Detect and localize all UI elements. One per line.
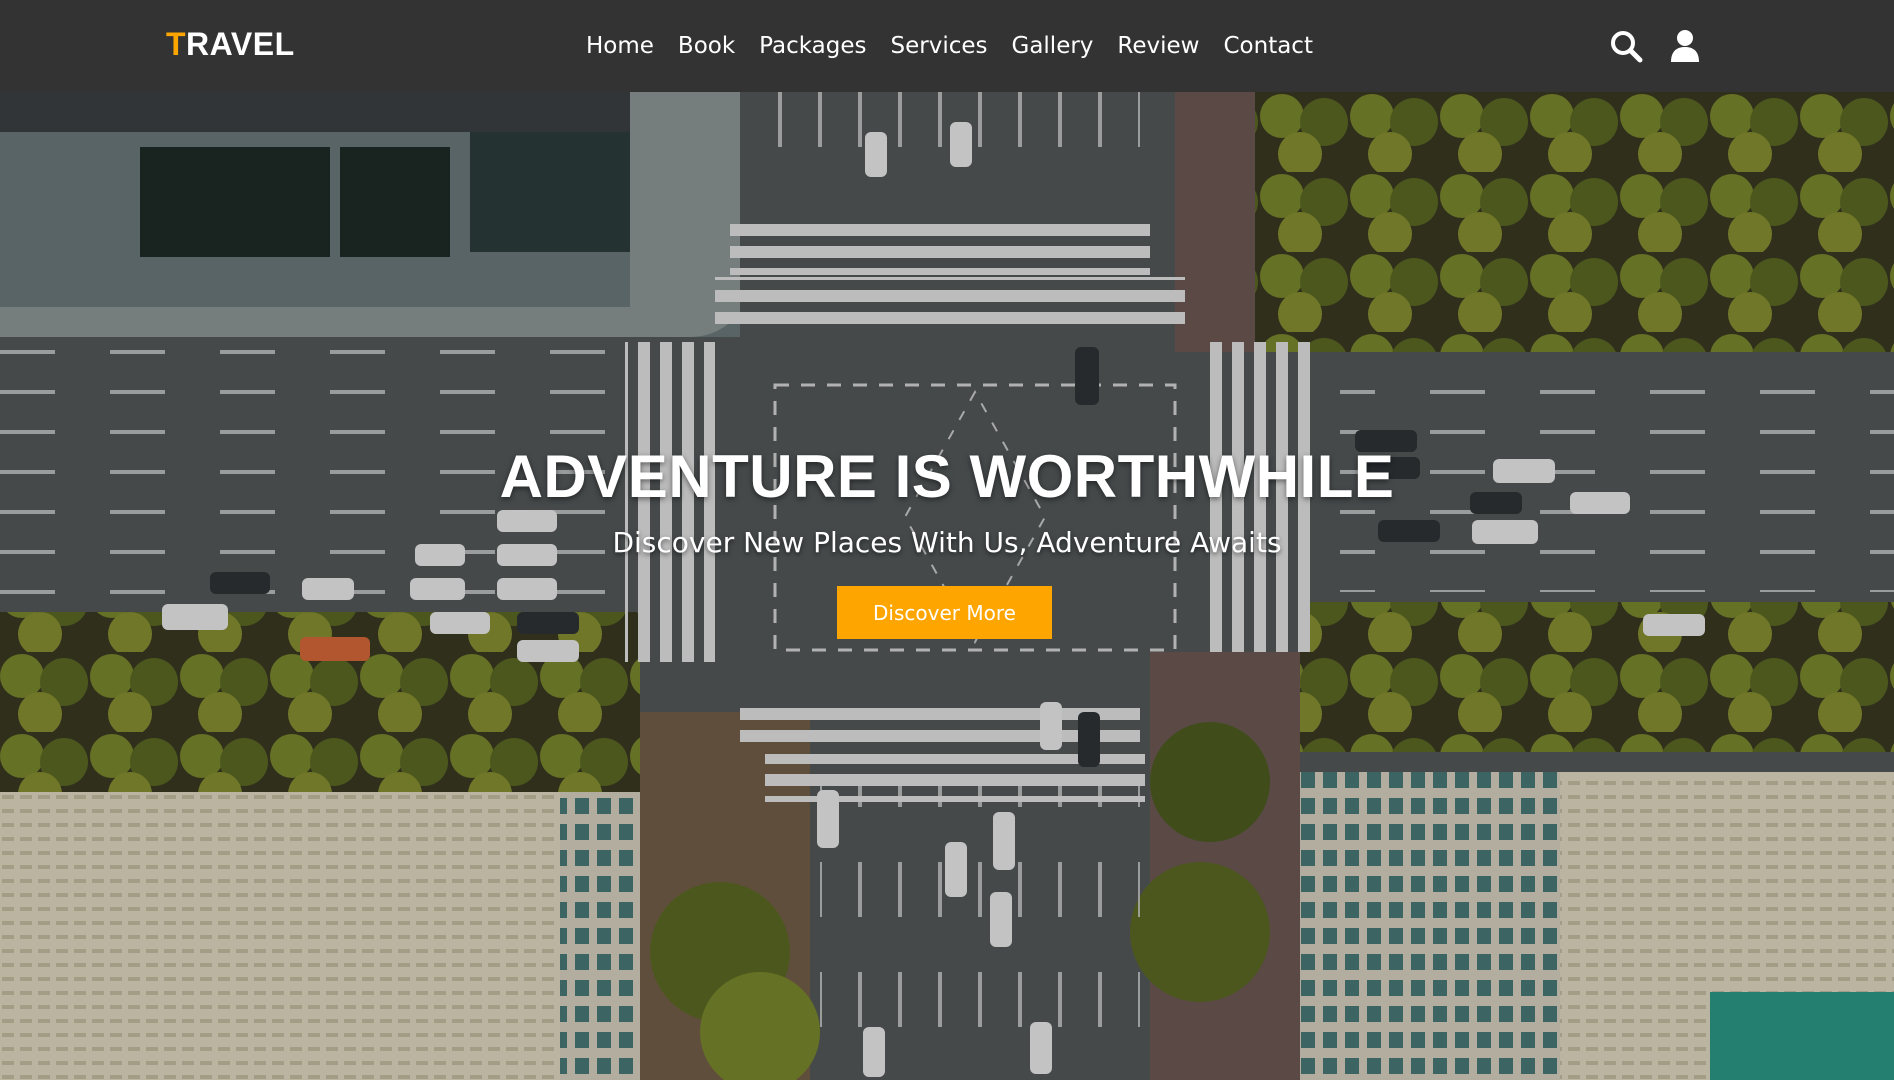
logo[interactable]: TRAVEL: [166, 26, 295, 63]
hero-section: ADVENTURE IS WORTHWHILE Discover New Pla…: [0, 92, 1894, 1080]
main-nav: Home Book Packages Services Gallery Revi…: [586, 28, 1337, 64]
nav-link-gallery[interactable]: Gallery: [1012, 28, 1094, 64]
site-header: TRAVEL Home Book Packages Services Galle…: [0, 0, 1894, 92]
logo-text: RAVEL: [186, 26, 295, 62]
hero-title: ADVENTURE IS WORTHWHILE: [499, 443, 1395, 510]
search-icon[interactable]: [1608, 28, 1644, 64]
nav-link-contact[interactable]: Contact: [1223, 28, 1312, 64]
nav-link-packages[interactable]: Packages: [759, 28, 866, 64]
nav-link-services[interactable]: Services: [891, 28, 988, 64]
logo-accent-letter: T: [166, 26, 187, 62]
nav-link-review[interactable]: Review: [1117, 28, 1199, 64]
user-icon[interactable]: [1667, 28, 1703, 64]
nav-link-book[interactable]: Book: [678, 28, 735, 64]
nav-link-home[interactable]: Home: [586, 28, 654, 64]
discover-more-button[interactable]: Discover More: [837, 586, 1052, 639]
hero-subtitle: Discover New Places With Us, Adventure A…: [612, 526, 1282, 559]
